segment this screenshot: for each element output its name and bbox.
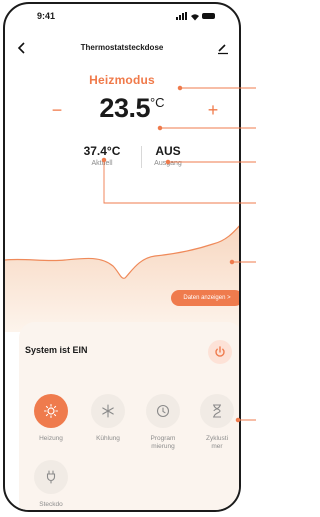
mode-schedule[interactable]: Program mierung — [139, 394, 187, 451]
power-button[interactable] — [208, 340, 232, 364]
clock-icon — [146, 394, 180, 428]
status-time: 9:41 — [37, 11, 56, 21]
mode-cooling[interactable]: Kühlung — [84, 394, 132, 443]
current-temp-label: Aktuell — [91, 160, 113, 167]
mode-schedule-label-line1: Program — [150, 435, 176, 442]
mode-heating[interactable]: Heizung — [27, 394, 75, 443]
mode-heating-label: Heizung — [39, 435, 63, 442]
snowflake-icon — [91, 394, 125, 428]
mode-grid: Heizung Kühlung Program mierung Zyklusti m… — [5, 394, 239, 510]
phone-frame: 9:41 Thermostatsteckdose Heizmodus − 23.… — [3, 2, 241, 512]
show-data-button[interactable]: Daten anzeigen > — [171, 290, 239, 306]
page-title: Thermostatsteckdose — [80, 43, 164, 52]
output-value: AUS — [155, 144, 181, 158]
mode-cycle-timer-label-line1: Zyklusti — [205, 435, 229, 442]
power-icon — [215, 346, 225, 357]
output-readout: AUS Ausgang — [145, 144, 191, 167]
setpoint-unit: °C — [149, 95, 165, 110]
current-temp-readout: 37.4°C Aktuell — [77, 144, 127, 167]
app-header: Thermostatsteckdose — [5, 38, 239, 62]
system-status: System ist EIN — [25, 345, 88, 355]
mode-cycle-timer-label-line2: mer — [211, 443, 223, 450]
plug-icon — [34, 460, 68, 494]
mode-cycle-timer-label: Zyklusti mer — [193, 435, 239, 451]
mode-socket[interactable]: Steckdo — [27, 460, 75, 509]
battery-icon — [202, 13, 215, 19]
temperature-area — [5, 226, 239, 332]
readouts: 37.4°C Aktuell AUS Ausgang — [5, 144, 239, 174]
pencil-icon — [218, 44, 228, 55]
mode-cycle-timer[interactable]: Zyklusti mer — [193, 394, 239, 451]
edit-button[interactable] — [215, 40, 231, 56]
status-icons — [176, 12, 215, 20]
current-temp-value: 37.4°C — [83, 144, 121, 158]
mode-socket-label: Steckdo — [39, 501, 63, 508]
readout-divider — [141, 146, 142, 168]
mode-schedule-label: Program mierung — [139, 435, 187, 451]
mode-label: Heizmodus — [89, 73, 155, 87]
mode-schedule-label-line2: mierung — [151, 443, 175, 450]
setpoint-display: 23.5°C — [77, 93, 187, 124]
setpoint-value: 23.5 — [99, 93, 150, 123]
output-label: Ausgang — [154, 160, 182, 167]
signal-icon — [176, 12, 187, 20]
decrease-button[interactable]: − — [48, 101, 66, 119]
wifi-icon — [190, 13, 199, 20]
hourglass-icon — [200, 394, 234, 428]
sun-icon — [34, 394, 68, 428]
setpoint-row: − 23.5°C + — [5, 93, 239, 129]
increase-button[interactable]: + — [204, 101, 222, 119]
temperature-history-chart — [5, 225, 239, 332]
status-bar: 9:41 — [5, 4, 239, 30]
mode-cooling-label: Kühlung — [96, 435, 120, 442]
